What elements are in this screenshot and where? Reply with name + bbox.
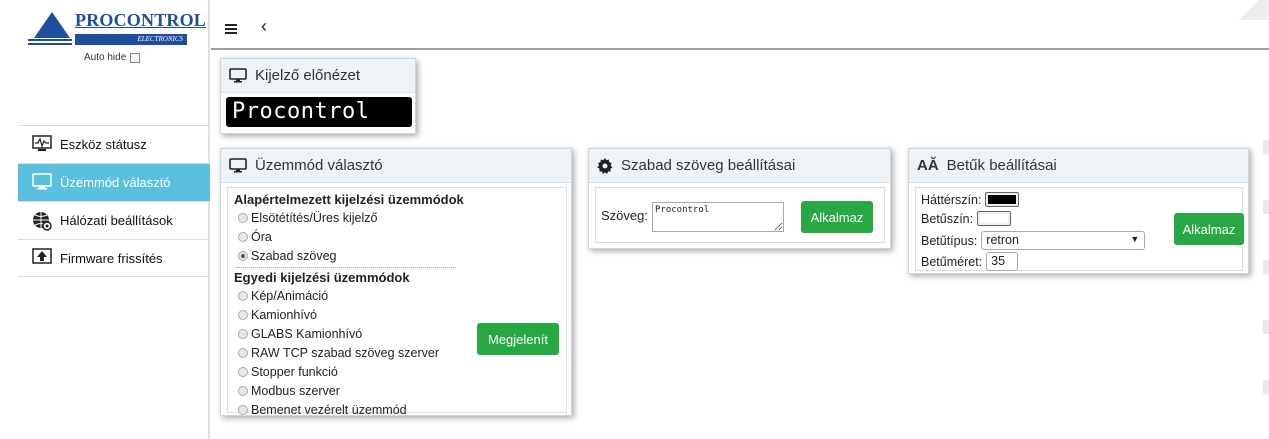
radio-label: Modbus szerver (251, 383, 340, 398)
radio-button[interactable] (238, 309, 248, 320)
edge-decoration (1263, 140, 1269, 430)
font-settings-panel: AĂ Betűk beállításai Háttérszín: Betűszí… (908, 148, 1249, 274)
fg-color-label: Betűszín: (921, 211, 974, 226)
radio-button-selected[interactable] (238, 250, 248, 261)
sidebar-item-device-status[interactable]: Eszköz státusz (18, 125, 210, 163)
radio-button[interactable] (238, 366, 248, 377)
sidebar-item-mode-selector[interactable]: Üzemmód választó (18, 163, 210, 201)
apply-font-button[interactable]: Alkalmaz (1174, 213, 1244, 245)
sidebar: PROCONTROL ELECTRONICS Auto hide Eszköz … (0, 0, 210, 439)
mode-selector-panel: Üzemmód választó Alapértelmezett kijelzé… (220, 148, 572, 417)
gear-icon (597, 157, 613, 174)
bg-color-row: Háttérszín: (921, 192, 1020, 207)
radio-label: Bemenet vezérelt üzemmód (251, 402, 407, 417)
monitor-icon (32, 172, 52, 193)
bg-color-picker[interactable] (985, 192, 1020, 207)
font-size-input[interactable]: 35 (986, 252, 1019, 271)
panel-header: Szabad szöveg beállításai (589, 149, 890, 183)
top-bar: ‹ (211, 0, 1269, 50)
sidebar-item-label: Üzemmód választó (60, 175, 171, 190)
autohide-toggle[interactable]: Auto hide (84, 52, 141, 63)
panel-title: Szabad szöveg beállításai (621, 157, 796, 174)
fg-color-row: Betűszín: (921, 211, 1012, 226)
mode-options: Alapértelmezett kijelzési üzemmódok Elsö… (227, 187, 567, 417)
panel-title: Betűk beállításai (946, 157, 1057, 174)
radio-option[interactable]: Stopper funkció (228, 362, 566, 381)
divider (236, 267, 456, 268)
font-type-label: Betűtípus: (921, 233, 978, 248)
font-icon: AĂ (917, 157, 939, 174)
panel-header: Kijelző előnézet (221, 59, 415, 93)
panel-title: Kijelző előnézet (255, 67, 361, 84)
radio-option[interactable]: Szabad szöveg (228, 246, 566, 265)
logo-lines-icon (28, 39, 72, 45)
hamburger-menu-icon[interactable] (225, 24, 237, 35)
radio-label: Kamionhívó (251, 307, 318, 322)
monitor-icon (229, 67, 247, 82)
radio-button[interactable] (238, 347, 248, 358)
logo-tagline: ELECTRONICS (75, 34, 187, 45)
text-label: Szöveg: (601, 208, 648, 223)
font-settings-form: Háttérszín: Betűszín: Betűtípus: retron ▼… (915, 187, 1244, 271)
radio-button[interactable] (238, 231, 248, 242)
radio-label: Elsötétítés/Üres kijelző (251, 210, 378, 225)
radio-label: RAW TCP szabad szöveg szerver (251, 345, 440, 360)
back-chevron-icon[interactable]: ‹ (261, 16, 267, 37)
panel-header: Üzemmód választó (221, 149, 571, 183)
sidebar-nav: Eszköz státusz Üzemmód választó Hálózati… (18, 125, 210, 277)
sidebar-item-label: Hálózati beállítások (60, 213, 173, 228)
lcd-preview-display: Procontrol (226, 97, 412, 127)
radio-option[interactable]: Kép/Animáció (228, 286, 566, 305)
radio-option[interactable]: Óra (228, 227, 566, 246)
radio-option[interactable]: Bemenet vezérelt üzemmód (228, 400, 566, 419)
bg-color-label: Háttérszín: (921, 192, 982, 207)
logo-name: PROCONTROL (75, 10, 207, 30)
logo-triangle-icon (34, 12, 70, 38)
upload-icon (32, 248, 52, 268)
display-preview-panel: Kijelző előnézet Procontrol (220, 58, 416, 134)
sidebar-item-label: Eszköz státusz (60, 137, 147, 152)
dropdown-arrow-icon: ▼ (1130, 234, 1140, 244)
corner-decoration (1229, 0, 1269, 20)
radio-button[interactable] (238, 290, 248, 301)
font-type-row: Betűtípus: retron ▼ (921, 231, 1146, 250)
radio-option[interactable]: Kamionhívó (228, 305, 566, 324)
radio-label: GLABS Kamionhívó (251, 326, 363, 341)
radio-button[interactable] (238, 212, 248, 223)
free-text-input[interactable]: Procontrol (652, 202, 784, 232)
sidebar-item-network-settings[interactable]: Hálózati beállítások (18, 201, 210, 239)
procontrol-logo[interactable]: PROCONTROL ELECTRONICS (28, 10, 214, 48)
radio-option[interactable]: Modbus szerver (228, 381, 566, 400)
panel-header: AĂ Betűk beállításai (909, 149, 1248, 183)
free-text-form: Szöveg: Procontrol Alkalmaz (595, 187, 885, 243)
font-size-label: Betűméret: (921, 254, 983, 269)
globe-gear-icon (32, 211, 52, 231)
font-type-select[interactable]: retron ▼ (981, 231, 1146, 250)
radio-label: Kép/Animáció (251, 288, 329, 303)
sidebar-item-firmware-update[interactable]: Firmware frissítés (18, 239, 210, 277)
monitor-icon (229, 157, 247, 172)
font-size-row: Betűméret: 35 (921, 252, 1019, 271)
free-text-settings-panel: Szabad szöveg beállításai Szöveg: Procon… (588, 148, 891, 249)
fg-color-picker[interactable] (977, 211, 1012, 226)
radio-label: Óra (251, 229, 272, 244)
radio-button[interactable] (238, 404, 248, 415)
default-modes-heading: Alapértelmezett kijelzési üzemmódok (234, 192, 464, 207)
font-type-value: retron (986, 233, 1019, 247)
monitor-pulse-icon (32, 134, 52, 155)
custom-modes-heading: Egyedi kijelzési üzemmódok (234, 270, 410, 285)
radio-option[interactable]: Elsötétítés/Üres kijelző (228, 208, 566, 227)
apply-text-button[interactable]: Alkalmaz (801, 201, 873, 233)
sidebar-item-label: Firmware frissítés (60, 250, 163, 266)
autohide-checkbox[interactable] (130, 52, 141, 63)
radio-button[interactable] (238, 385, 248, 396)
radio-button[interactable] (238, 328, 248, 339)
autohide-label: Auto hide (84, 52, 127, 63)
panel-title: Üzemmód választó (255, 157, 383, 174)
radio-label: Stopper funkció (251, 364, 338, 379)
radio-label: Szabad szöveg (251, 248, 337, 263)
show-button[interactable]: Megjelenít (477, 323, 559, 355)
